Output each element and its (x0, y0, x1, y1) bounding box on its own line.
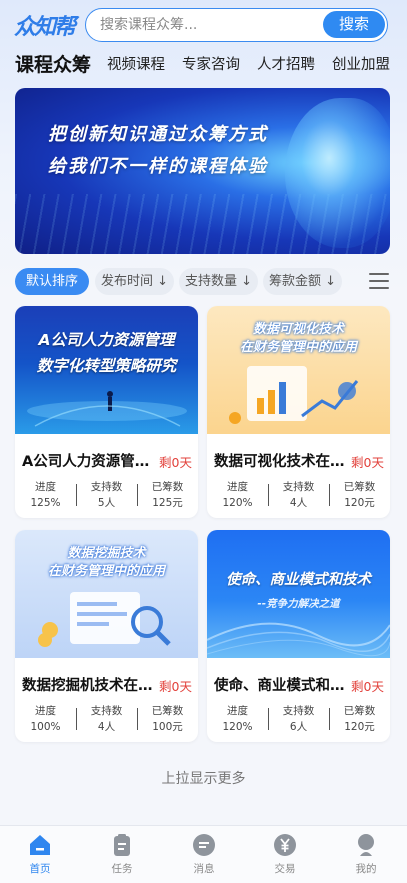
load-more-hint: 上拉显示更多 (161, 771, 246, 787)
stat-raised-label: 已筹数 (151, 481, 184, 493)
card-cover-image: A公司人力资源管理 数字化转型策略研究 (15, 306, 198, 434)
stat-progress-label: 进度 (35, 705, 56, 717)
stat-raised-label: 已筹数 (343, 705, 376, 717)
sort-bar: 默认排序 发布时间 ↓ 支持数量 ↓ 筹款金额 ↓ (0, 268, 407, 296)
tab-message-label: 消息 (193, 863, 215, 875)
course-card[interactable]: 数据可视化技术 在财务管理中的应用 数据可视化技术在财务管理中的应用 剩0天 进… (207, 306, 390, 518)
tab-profile[interactable]: 我的 (336, 832, 396, 876)
stat-supporters: 支持数 4人 (268, 480, 329, 512)
home-icon (30, 835, 50, 855)
stat-progress-label: 进度 (35, 481, 56, 493)
cover-title-line-1: A公司人力资源管理 (38, 331, 175, 349)
stat-supporters-value: 6人 (289, 721, 308, 733)
cover-title-line-2: --竞争力解决之道 (257, 598, 340, 610)
stat-progress-value: 100% (30, 721, 61, 733)
stat-raised: 已筹数 100元 (137, 704, 198, 736)
stat-progress-value: 125% (30, 497, 61, 509)
stat-supporters: 支持数 5人 (76, 480, 137, 512)
tab-task-label: 任务 (111, 863, 133, 875)
search-bar: 搜索 (85, 8, 388, 42)
sort-raised-amount[interactable]: 筹款金额 ↓ (263, 268, 342, 295)
stat-raised: 已筹数 125元 (137, 480, 198, 512)
stat-supporters: 支持数 4人 (76, 704, 137, 736)
stat-raised-value: 125元 (152, 497, 183, 509)
card-title: A公司人力资源管理数字化转型策略研究 (22, 454, 157, 470)
course-card[interactable]: A公司人力资源管理 数字化转型策略研究 A公司人力资源管理数字化转型策略研究 剩… (15, 306, 198, 518)
menu-icon[interactable] (369, 273, 389, 290)
tab-trade-label: 交易 (274, 863, 296, 875)
course-card[interactable]: 使命、商业模式和技术 --竞争力解决之道 使命、商业模式和技术 剩0天 进度 1… (207, 530, 390, 742)
stat-supporters: 支持数 6人 (268, 704, 329, 736)
stat-raised-value: 120元 (344, 497, 375, 509)
card-title: 数据可视化技术在财务管理中的应用 (214, 454, 349, 470)
stat-progress-label: 进度 (227, 705, 248, 717)
card-cover-image: 使命、商业模式和技术 --竞争力解决之道 (207, 530, 390, 658)
stat-supporters-label: 支持数 (90, 481, 123, 493)
course-card[interactable]: 数据挖掘技术 在财务管理中的应用 数据挖掘机技术在财务管理中的应用 剩0天 进度… (15, 530, 198, 742)
sort-publish-time[interactable]: 发布时间 ↓ (95, 268, 174, 295)
stat-progress: 进度 120% (207, 704, 268, 736)
sort-default[interactable]: 默认排序 (15, 268, 89, 295)
tab-profile-label: 我的 (355, 863, 377, 875)
cover-title-line-2: 在财务管理中的应用 (47, 564, 165, 579)
nav-item-video-courses[interactable]: 视频课程 (107, 53, 165, 74)
tab-task[interactable]: 任务 (92, 832, 152, 876)
bottom-tab-bar: 首页 任务 消息 交易 我的 (0, 825, 407, 883)
stat-progress-value: 120% (222, 721, 253, 733)
stat-supporters-value: 4人 (97, 721, 116, 733)
app-logo[interactable]: 众知帮 (14, 9, 76, 41)
stat-progress: 进度 120% (207, 480, 268, 512)
stat-supporters-label: 支持数 (282, 481, 315, 493)
stat-raised-label: 已筹数 (343, 481, 376, 493)
nav-item-crowdfunding[interactable]: 课程众筹 (15, 50, 91, 77)
nav-item-recruitment[interactable]: 人才招聘 (257, 53, 315, 74)
header: 众知帮 搜索 (0, 0, 407, 52)
cover-title-line-1: 数据挖掘技术 (67, 546, 146, 561)
tab-home[interactable]: 首页 (10, 832, 70, 876)
stat-raised-value: 100元 (152, 721, 183, 733)
profile-icon (358, 834, 374, 856)
stat-supporters-label: 支持数 (282, 705, 315, 717)
card-cover-image: 数据可视化技术 在财务管理中的应用 (207, 306, 390, 434)
stat-progress: 进度 100% (15, 704, 76, 736)
stat-raised-label: 已筹数 (151, 705, 184, 717)
days-remaining: 剩0天 (159, 455, 192, 470)
days-remaining: 剩0天 (351, 455, 384, 470)
card-cover-image: 数据挖掘技术 在财务管理中的应用 (15, 530, 198, 658)
search-button[interactable]: 搜索 (323, 11, 385, 38)
stat-supporters-label: 支持数 (90, 705, 123, 717)
tab-home-label: 首页 (29, 863, 51, 875)
cover-decoration (207, 622, 390, 657)
sort-support-count[interactable]: 支持数量 ↓ (179, 268, 258, 295)
task-icon (114, 834, 130, 856)
cover-title-line-1: 数据可视化技术 (252, 322, 344, 337)
banner-line-2: 给我们不一样的课程体验 (48, 156, 268, 177)
tab-trade[interactable]: 交易 (255, 832, 315, 876)
tab-message[interactable]: 消息 (174, 832, 234, 876)
promo-banner[interactable]: 把创新知识通过众筹方式 给我们不一样的课程体验 (15, 88, 390, 254)
yen-icon (274, 834, 296, 856)
stat-supporters-value: 4人 (289, 497, 308, 509)
stat-progress-label: 进度 (227, 481, 248, 493)
days-remaining: 剩0天 (351, 679, 384, 694)
cover-title-line-2: 在财务管理中的应用 (239, 340, 357, 355)
cover-title-line-1: 使命、商业模式和技术 (226, 572, 371, 588)
category-nav: 课程众筹 视频课程 专家咨询 人才招聘 创业加盟 (0, 50, 407, 80)
card-title: 使命、商业模式和技术 (214, 678, 349, 694)
stat-raised: 已筹数 120元 (329, 480, 390, 512)
cover-title-line-2: 数字化转型策略研究 (36, 357, 177, 375)
nav-item-expert-consult[interactable]: 专家咨询 (182, 53, 240, 74)
message-icon (193, 834, 215, 856)
stat-raised: 已筹数 120元 (329, 704, 390, 736)
card-title: 数据挖掘机技术在财务管理中的应用 (22, 678, 157, 694)
stat-progress-value: 120% (222, 497, 253, 509)
nav-item-franchise[interactable]: 创业加盟 (332, 53, 390, 74)
search-input[interactable] (100, 9, 320, 40)
stat-supporters-value: 5人 (97, 497, 116, 509)
days-remaining: 剩0天 (159, 679, 192, 694)
stat-raised-value: 120元 (344, 721, 375, 733)
stat-progress: 进度 125% (15, 480, 76, 512)
ai-face-graphic (285, 98, 390, 248)
banner-line-1: 把创新知识通过众筹方式 (48, 124, 268, 145)
